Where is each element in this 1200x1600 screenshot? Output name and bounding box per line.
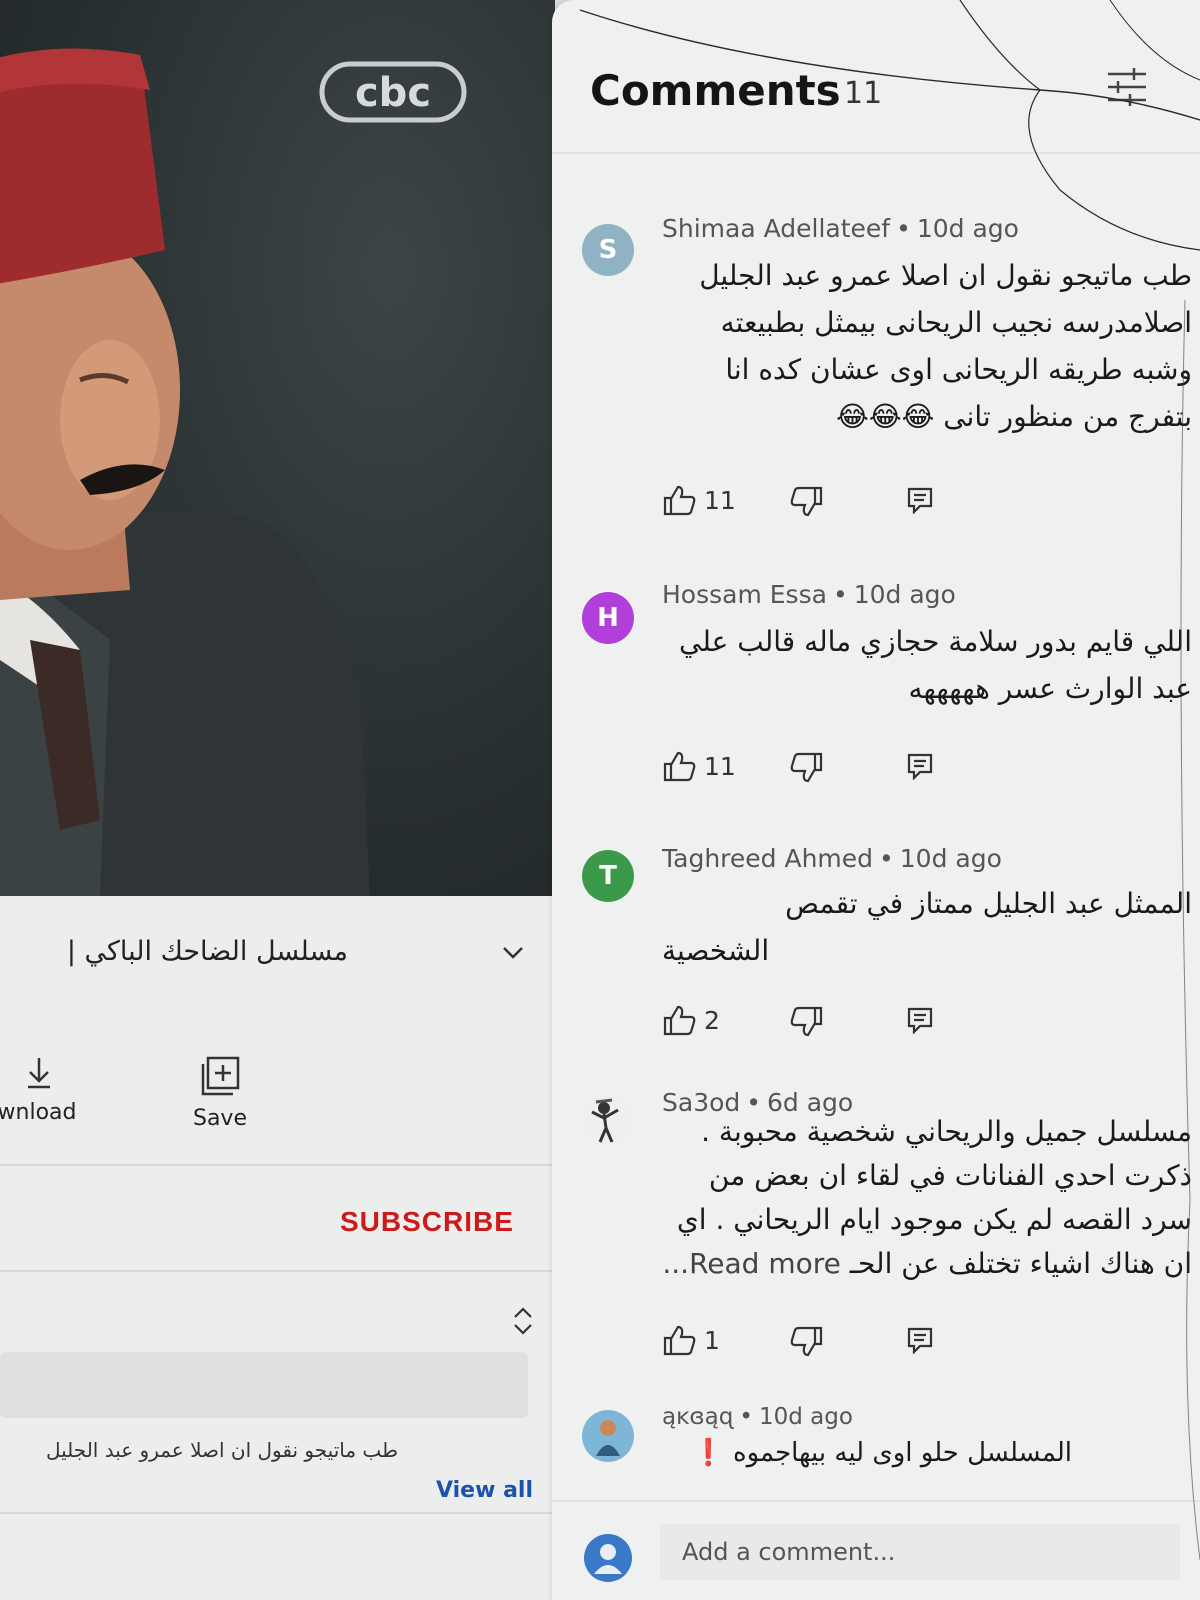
read-more-link[interactable]: Read more... <box>662 1247 841 1280</box>
video-section: cbc مسلسل الضاحك الباكي | wnload Save SU… <box>0 0 555 1600</box>
like-icon[interactable] <box>662 484 696 516</box>
comment-text: اللي قايم بدور سلامة حجازي ماله قالب علي… <box>662 618 1192 712</box>
comment-meta: Taghreed Ahmed • 10d ago <box>662 844 1002 873</box>
expand-collapse-icon[interactable] <box>510 1305 536 1337</box>
comments-header: Comments 11 <box>552 0 1200 152</box>
comment-meta: Shimaa Adellateef • 10d ago <box>662 214 1019 243</box>
comment-time: 10d ago <box>899 844 1002 873</box>
video-frame <box>0 48 370 896</box>
download-icon <box>28 1058 50 1089</box>
avatar[interactable]: T <box>582 850 634 902</box>
comment-line: اللي قايم بدور سلامة حجازي ماله قالب علي <box>679 625 1192 658</box>
comments-count: 11 <box>844 76 883 111</box>
video-player[interactable]: cbc <box>0 0 555 896</box>
comment-text: طب ماتيجو نقول ان اصلا عمرو عبد الجليل ا… <box>662 252 1192 440</box>
comment-line: طب ماتيجو نقول ان اصلا عمرو عبد الجليل <box>699 259 1192 292</box>
comment-actions: 11 <box>662 484 942 518</box>
comment-text: الممثل عبد الجليل ممتاز في تقمص الشخصية <box>662 880 1192 974</box>
video-title: مسلسل الضاحك الباكي | <box>66 936 348 967</box>
like-count: 1 <box>704 1326 720 1355</box>
view-all-link[interactable]: View all <box>436 1478 533 1503</box>
comment-line: ذكرت احدي الفنانات في لقاء ان بعض من <box>708 1159 1192 1192</box>
comment-actions: 1 <box>662 1324 942 1358</box>
subscribe-button[interactable]: SUBSCRIBE <box>340 1206 514 1238</box>
comment-line: عبد الوارث عسر هههههه <box>908 672 1192 705</box>
channel-logo: cbc <box>319 61 467 123</box>
divider <box>0 1270 555 1272</box>
add-comment-input[interactable] <box>660 1524 1180 1580</box>
download-button[interactable]: wnload <box>0 1056 92 1125</box>
comment-line: بتفرج من منظور تانى 😂😂😂 <box>836 400 1192 433</box>
comment-line: الشخصية <box>662 934 770 967</box>
comment-line: سرد القصه لم يكن موجود ايام الريحاني . ا… <box>676 1203 1192 1236</box>
comment-meta: Hossam Essa • 10d ago <box>662 580 956 609</box>
reply-icon[interactable] <box>906 752 934 780</box>
comment-time: 10d ago <box>758 1404 853 1430</box>
divider <box>0 1164 555 1166</box>
divider <box>552 152 1200 154</box>
avatar[interactable]: H <box>582 592 634 644</box>
comment-line: اصلامدرسه نجيب الريحانى بيمثل بطبيعته <box>720 306 1192 339</box>
dislike-icon[interactable] <box>790 1006 824 1038</box>
avatar[interactable] <box>582 1410 634 1462</box>
comments-title: Comments <box>590 66 841 115</box>
download-label: wnload <box>0 1100 77 1125</box>
like-icon[interactable] <box>662 1324 696 1356</box>
reply-icon[interactable] <box>906 486 934 514</box>
comment-line: ان هناك اشياء تختلف عن الحـ Read more... <box>662 1242 1192 1286</box>
comment-line: وشبه طريقه الريحانى اوى عشان كده انا <box>725 353 1192 386</box>
svg-text:cbc: cbc <box>355 70 431 116</box>
comment-actions: 11 <box>662 750 942 784</box>
comment-actions: 2 <box>662 1004 942 1038</box>
avatar[interactable]: S <box>582 224 634 276</box>
avatar <box>584 1534 632 1582</box>
comments-panel: Comments 11 S Shimaa Adellateef • 10d ago … <box>552 0 1200 1600</box>
comment-time: 10d ago <box>853 580 956 609</box>
comment-meta: ąĸɞąɋ • 10d ago <box>662 1404 853 1430</box>
comment-preview-text: طب ماتيجو نقول ان اصلا عمرو عبد الجليل <box>46 1438 398 1462</box>
add-comment-row <box>552 1500 1200 1600</box>
user-icon <box>594 1544 622 1574</box>
comment-text: المسلسل حلو اوى ليه بيهاجموه ❗ <box>662 1430 1072 1477</box>
divider <box>0 1512 555 1514</box>
like-count: 11 <box>704 752 736 781</box>
save-playlist-icon <box>201 1056 240 1096</box>
comment-line: ان هناك اشياء تختلف عن الحـ <box>849 1247 1192 1280</box>
comment-line: المسلسل حلو اوى ليه بيهاجموه ❗ <box>692 1438 1072 1468</box>
save-button[interactable]: Save <box>180 1056 260 1131</box>
chevron-down-icon[interactable] <box>500 940 526 966</box>
comment-line: الممثل عبد الجليل ممتاز في تقمص <box>785 887 1192 920</box>
like-icon[interactable] <box>662 750 696 782</box>
reply-icon[interactable] <box>906 1006 934 1034</box>
reply-icon[interactable] <box>906 1326 934 1354</box>
avatar[interactable] <box>582 1094 634 1146</box>
comment-line: مسلسل جميل والريحاني شخصية محبوبة . <box>701 1115 1192 1148</box>
like-count: 11 <box>704 486 736 515</box>
dislike-icon[interactable] <box>790 486 824 518</box>
comment-author[interactable]: Hossam Essa <box>662 580 827 609</box>
like-count: 2 <box>704 1006 720 1035</box>
comment-time: 10d ago <box>916 214 1019 243</box>
dislike-icon[interactable] <box>790 752 824 784</box>
sort-filter-icon[interactable] <box>1104 64 1150 110</box>
comment-author[interactable]: Taghreed Ahmed <box>662 844 873 873</box>
comment-text: مسلسل جميل والريحاني شخصية محبوبة . ذكرت… <box>662 1110 1192 1286</box>
like-icon[interactable] <box>662 1004 696 1036</box>
save-label: Save <box>192 1106 247 1131</box>
comments-preview-box[interactable] <box>0 1352 528 1418</box>
comment-author[interactable]: Shimaa Adellateef <box>662 214 890 243</box>
comment-author[interactable]: ąĸɞąɋ <box>662 1404 733 1430</box>
dislike-icon[interactable] <box>790 1326 824 1358</box>
